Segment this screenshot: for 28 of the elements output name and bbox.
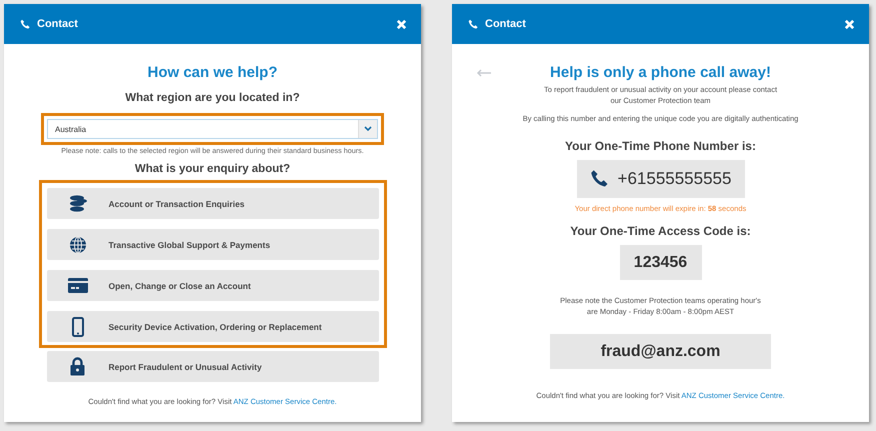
phone-icon [20, 18, 31, 30]
mobile-phone-icon [72, 316, 84, 336]
phone-icon [468, 18, 479, 30]
phone-icon [590, 169, 610, 189]
dialog-title: Contact [37, 18, 79, 30]
dialog-title: Contact [485, 18, 527, 30]
email-box: fraud@anz.com [550, 334, 771, 369]
close-icon[interactable] [396, 18, 407, 30]
access-code-box: 123456 [620, 245, 702, 280]
enquiry-option[interactable]: Report Fraudulent or Unusual Activity [46, 351, 378, 382]
chevron-down-icon [364, 126, 372, 132]
enquiry-option[interactable]: Account or Transaction Enquiries [46, 188, 378, 219]
phone-label: Your One-Time Phone Number is: [565, 139, 756, 153]
enquiry-option[interactable]: Transactive Global Support & Payments [46, 229, 378, 260]
region-dropdown[interactable]: Australia [47, 119, 378, 139]
phone-number-box: +61555555555 [576, 160, 744, 198]
heading: Help is only a phone call away! [550, 64, 771, 81]
globe-icon [68, 236, 86, 254]
enquiry-question: What is your enquiry about? [134, 163, 290, 175]
heading: How can we help? [147, 64, 278, 81]
region-question: What region are you located in? [125, 92, 300, 104]
enquiry-option[interactable]: Security Device Activation, Ordering or Replacement [46, 311, 378, 342]
coins-icon [68, 194, 88, 212]
credit-card-icon [68, 278, 88, 293]
access-code-label: Your One-Time Access Code is: [570, 224, 751, 238]
enquiry-option[interactable]: Open, Change or Close an Account [46, 270, 378, 301]
close-icon[interactable] [844, 18, 855, 30]
padlock-icon [70, 357, 85, 376]
